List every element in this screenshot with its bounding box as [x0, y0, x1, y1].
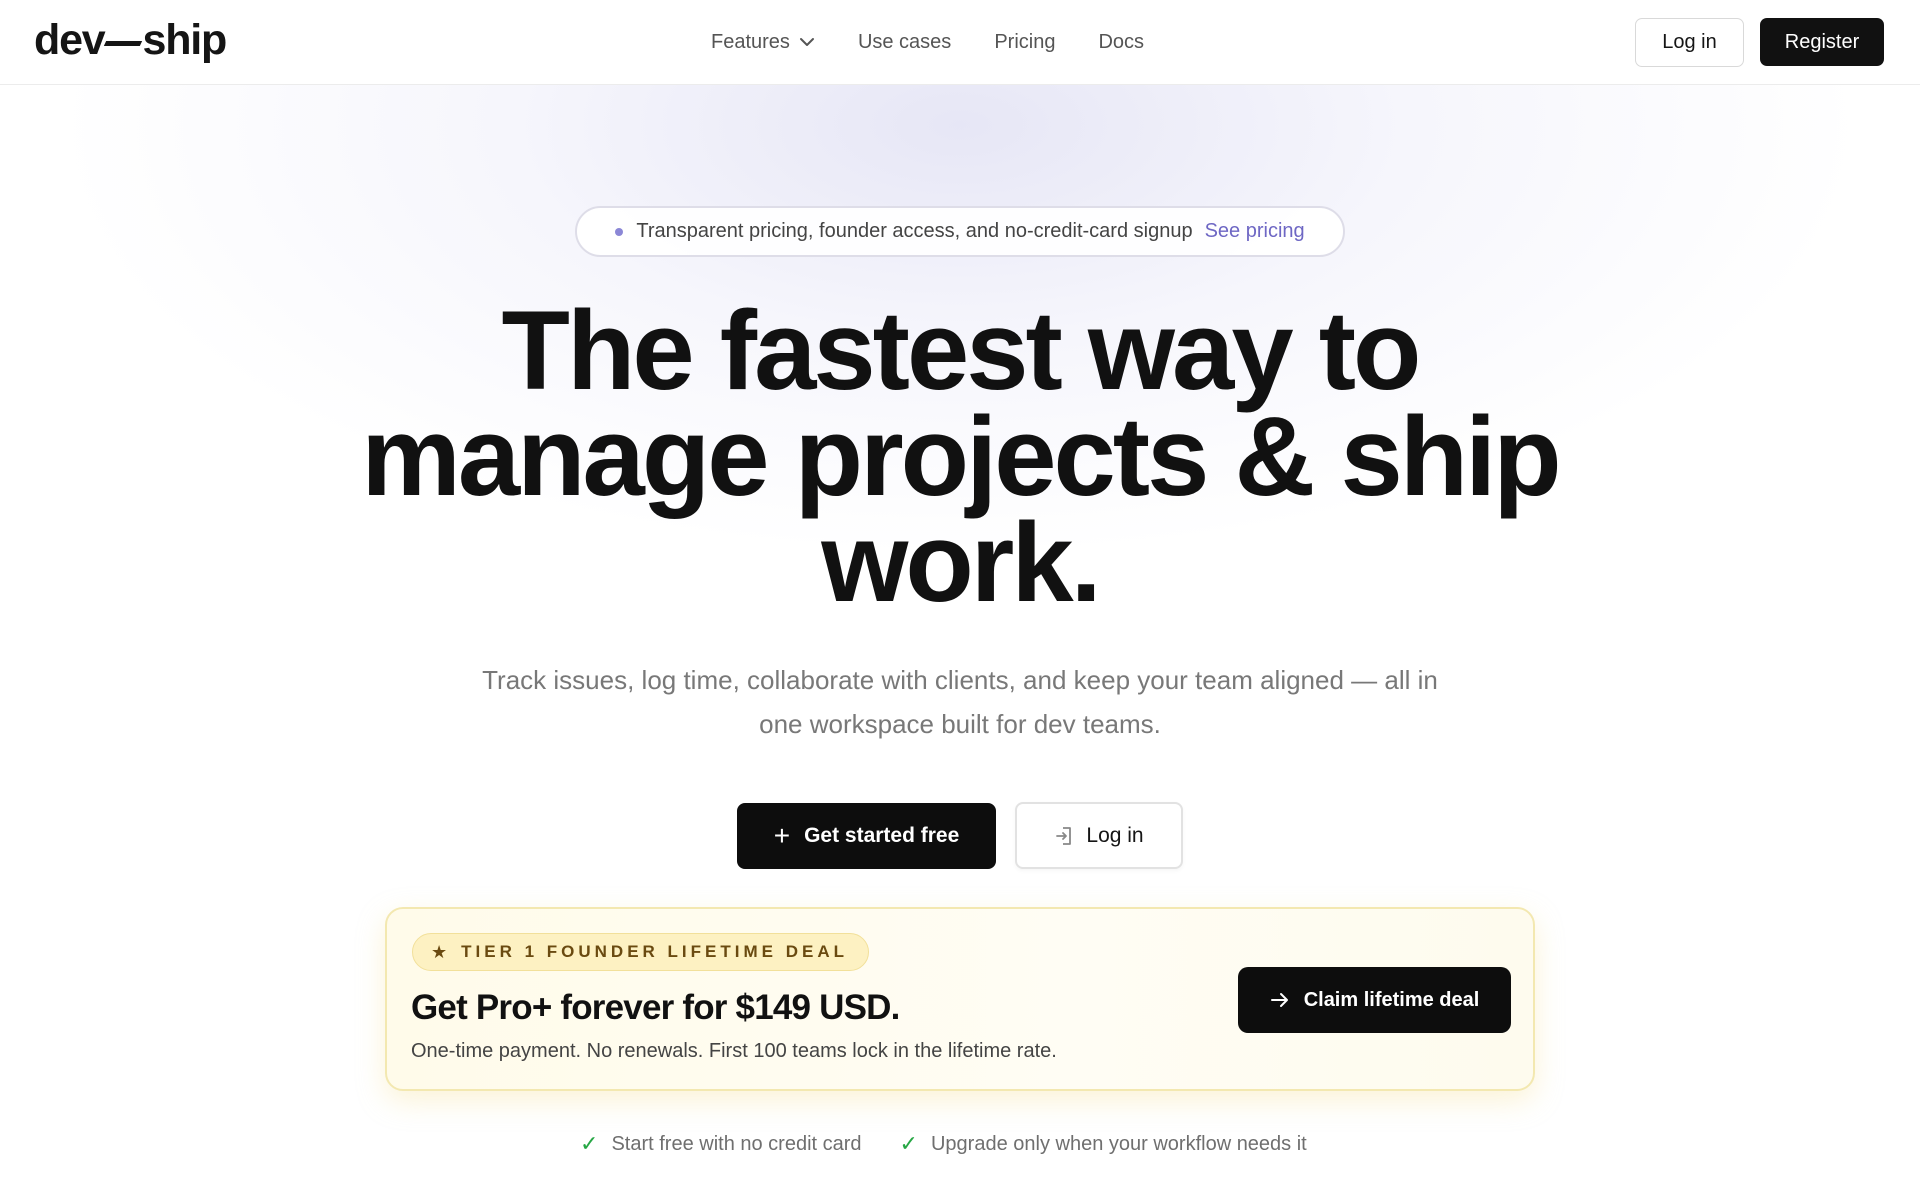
logo[interactable]: dev ship: [34, 15, 228, 64]
hero-login-button[interactable]: Log in: [1015, 802, 1183, 869]
nav-link-label: Pricing: [994, 30, 1056, 53]
announcement-pill: Transparent pricing, founder access, and…: [575, 206, 1345, 257]
claim-lifetime-deal-button[interactable]: Claim lifetime deal: [1238, 967, 1511, 1033]
deal-description: One-time payment. No renewals. First 100…: [411, 1040, 1057, 1062]
top-navigation: dev ship Features Use cases Pricing Docs…: [0, 0, 1920, 85]
get-started-label: Get started free: [804, 824, 960, 847]
get-started-button[interactable]: + Get started free: [737, 803, 996, 869]
check-icon: ✓: [580, 1131, 599, 1156]
check-icon: ✓: [899, 1131, 918, 1156]
deal-badge: ★ TIER 1 FOUNDER LIFETIME DEAL: [412, 933, 869, 971]
login-button[interactable]: Log in: [1635, 18, 1744, 67]
star-icon: ★: [431, 941, 448, 962]
hero-title: The fastest way to manage projects & shi…: [300, 295, 1620, 619]
nav-link-label: Features: [711, 30, 790, 53]
login-icon: [1056, 826, 1072, 845]
nav-link-docs[interactable]: Docs: [1098, 31, 1144, 54]
chevron-down-icon: [799, 38, 814, 46]
nav-link-features[interactable]: Features: [711, 31, 815, 54]
nav-link-label: Docs: [1098, 30, 1145, 53]
arrow-right-icon: [1270, 993, 1288, 1007]
nav-link-pricing[interactable]: Pricing: [994, 31, 1055, 54]
deal-title: Get Pro+ forever for $149 USD.: [411, 988, 900, 1027]
deal-badge-label: TIER 1 FOUNDER LIFETIME DEAL: [461, 942, 848, 961]
nav-links: Features Use cases Pricing Docs: [711, 24, 1144, 60]
announcement-text: Transparent pricing, founder access, and…: [636, 220, 1193, 242]
hero-login-label: Log in: [1086, 823, 1144, 847]
plus-icon: +: [773, 820, 791, 851]
register-button[interactable]: Register: [1760, 18, 1884, 66]
benefit-item: ✓ Upgrade only when your workflow needs …: [900, 1131, 1307, 1157]
logo-dash: [103, 40, 142, 46]
announcement-dot-icon: [615, 227, 624, 236]
see-pricing-link[interactable]: See pricing: [1205, 220, 1305, 243]
claim-lifetime-deal-label: Claim lifetime deal: [1303, 988, 1480, 1011]
benefit-checks: ✓ Start free with no credit card ✓ Upgra…: [580, 1129, 1307, 1159]
benefit-text: Start free with no credit card: [611, 1132, 862, 1155]
hero-subtitle-line: Track issues, log time, collaborate with…: [482, 665, 1438, 695]
nav-link-use-cases[interactable]: Use cases: [858, 31, 951, 54]
hero-title-line: work.: [821, 500, 1102, 625]
benefit-text: Upgrade only when your workflow needs it: [930, 1132, 1307, 1155]
benefit-item: ✓ Start free with no credit card: [580, 1131, 862, 1157]
hero-subtitle: Track issues, log time, collaborate with…: [440, 658, 1480, 746]
nav-link-label: Use cases: [857, 30, 952, 53]
logo-text-right: ship: [142, 15, 228, 64]
lifetime-deal-card: ★ TIER 1 FOUNDER LIFETIME DEAL Get Pro+ …: [385, 907, 1535, 1091]
logo-text-left: dev: [34, 15, 106, 64]
hero-subtitle-line: one workspace built for dev teams.: [759, 709, 1161, 739]
